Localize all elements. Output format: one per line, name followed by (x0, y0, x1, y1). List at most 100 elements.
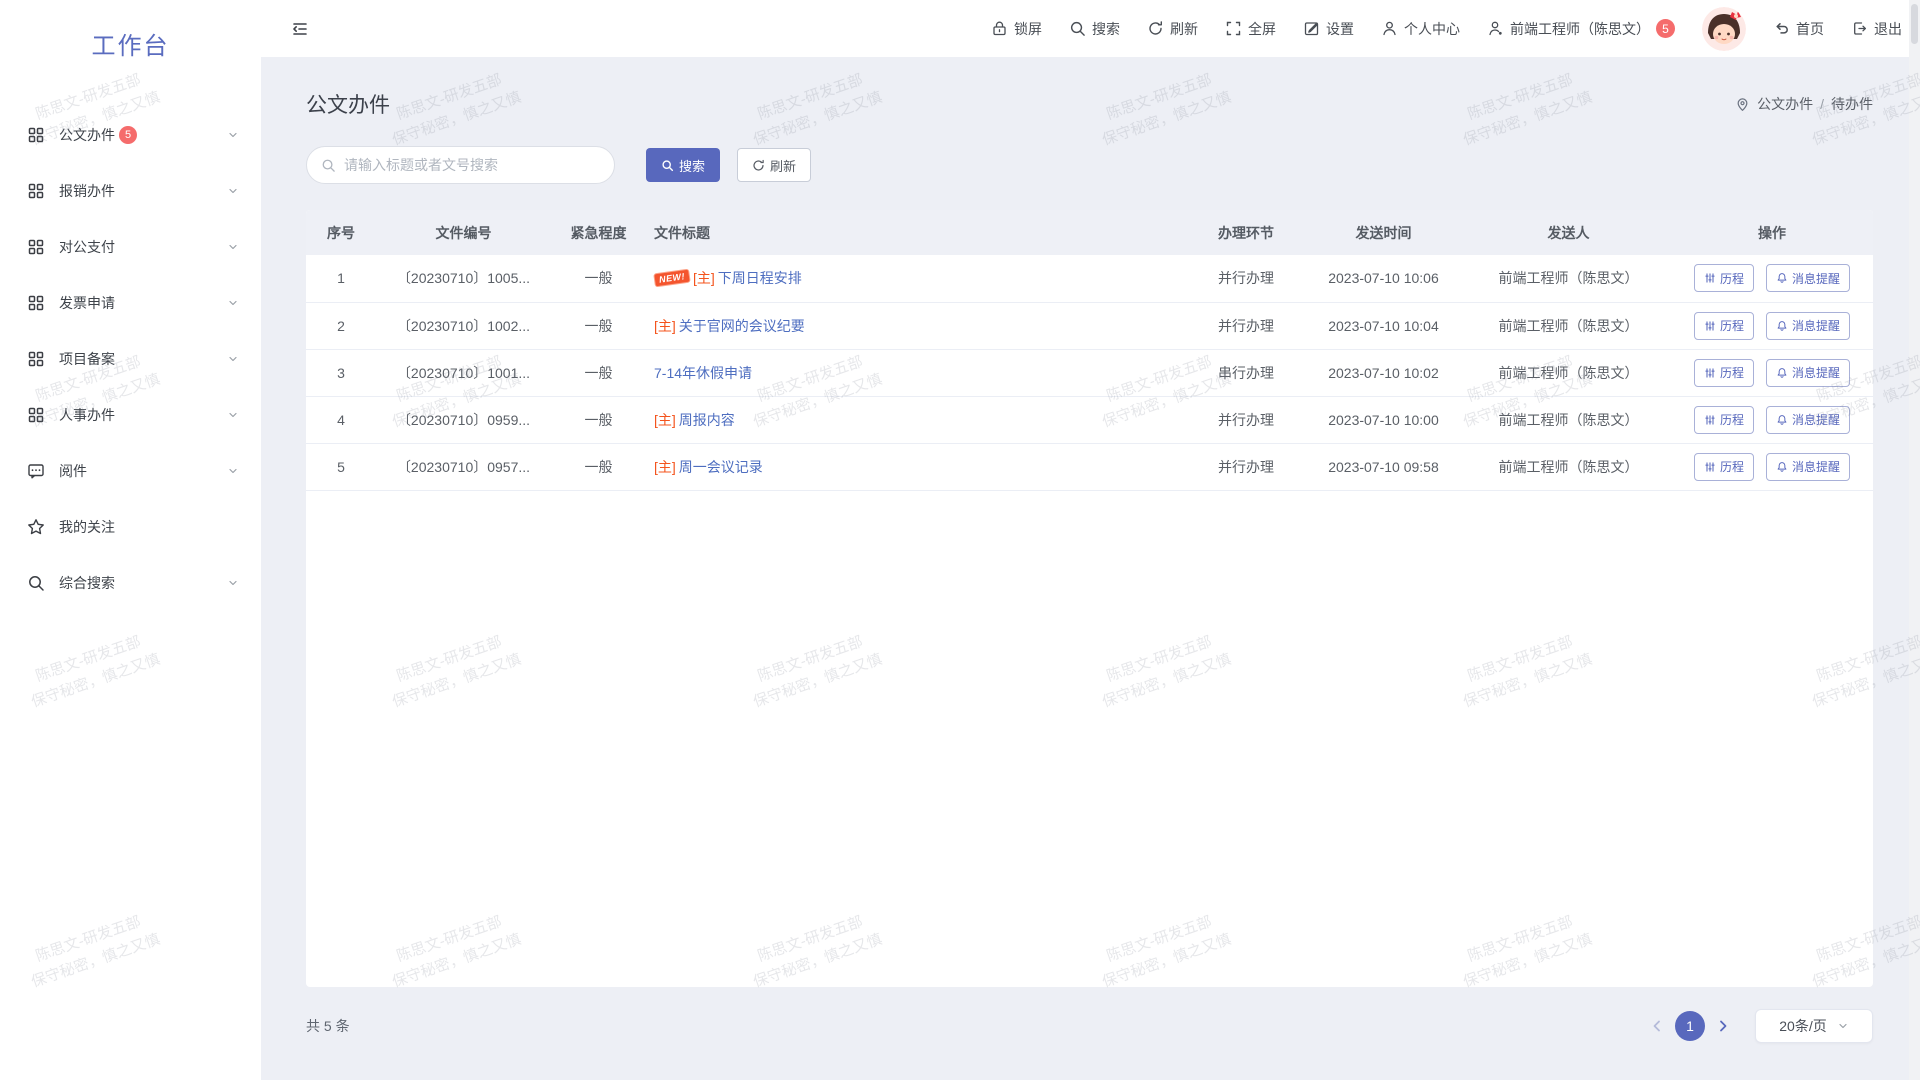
total-count: 共 5 条 (306, 1016, 350, 1036)
avatar[interactable] (1702, 7, 1746, 51)
sliders-icon (1704, 414, 1716, 426)
header-action-button[interactable]: 刷新 (1147, 19, 1198, 39)
table-row: 3 〔20230710〕1001... 一般 7-14年休假申请 串行办理 20… (306, 349, 1873, 396)
comment-icon (27, 462, 45, 480)
breadcrumb: 公文办件 / 待办件 (1735, 94, 1873, 114)
logout-button[interactable]: 退出 (1851, 19, 1902, 39)
sidebar-item[interactable]: 人事办件 (0, 387, 261, 443)
prev-page-icon[interactable] (1649, 1018, 1665, 1034)
sidebar-item-label: 项目备案 (59, 349, 115, 369)
app-logo: 工作台 (0, 26, 261, 61)
header-actions: 锁屏 搜索 刷新 全屏 设置 个人中心 前端工程师（陈思文） 5 (991, 7, 1902, 51)
header-action-button[interactable]: 全屏 (1225, 19, 1276, 39)
message-remind-button[interactable]: 消息提醒 (1766, 264, 1850, 292)
col-step: 办理环节 (1191, 210, 1301, 255)
table-header-row: 序号 文件编号 紧急程度 文件标题 办理环节 发送时间 发送人 操作 (306, 210, 1873, 255)
home-button[interactable]: 首页 (1773, 19, 1824, 39)
document-title-link[interactable]: NEW! [主] 下周日程安排 (654, 268, 802, 288)
grid-icon (27, 294, 45, 312)
page-size-select[interactable]: 20条/页 (1755, 1009, 1873, 1043)
sidebar-item[interactable]: 我的关注 (0, 499, 261, 555)
cell-seq: 5 (306, 443, 376, 490)
user-icon (1381, 20, 1398, 37)
sidebar-item-label: 报销办件 (59, 181, 115, 201)
history-button[interactable]: 历程 (1694, 264, 1754, 292)
history-button[interactable]: 历程 (1694, 312, 1754, 340)
search-icon (27, 574, 45, 592)
header-action-label: 个人中心 (1404, 19, 1460, 39)
scrollbar-thumb[interactable] (1911, 4, 1918, 44)
message-remind-button[interactable]: 消息提醒 (1766, 312, 1850, 340)
bell-icon (1776, 272, 1788, 284)
sidebar-item[interactable]: 阅件 (0, 443, 261, 499)
settings-icon (1303, 20, 1320, 37)
breadcrumb-root[interactable]: 公文办件 (1757, 94, 1813, 114)
document-title-link[interactable]: 7-14年休假申请 (654, 363, 752, 383)
history-button[interactable]: 历程 (1694, 359, 1754, 387)
cell-sender: 前端工程师（陈思文） (1466, 443, 1671, 490)
sidebar-item[interactable]: 综合搜索 (0, 555, 261, 611)
current-page-button[interactable]: 1 (1675, 1011, 1705, 1041)
header-action-label: 刷新 (1170, 19, 1198, 39)
cell-step: 并行办理 (1191, 396, 1301, 443)
menu-fold-icon[interactable] (290, 19, 310, 39)
logout-icon (1851, 20, 1868, 37)
message-remind-button[interactable]: 消息提醒 (1766, 406, 1850, 434)
grid-icon (27, 182, 45, 200)
fullscreen-icon (1225, 20, 1242, 37)
search-icon (1069, 20, 1086, 37)
header-action-button[interactable]: 设置 (1303, 19, 1354, 39)
sidebar-item-label: 人事办件 (59, 405, 115, 425)
cell-urgency: 一般 (551, 396, 646, 443)
sidebar-item[interactable]: 发票申请 (0, 275, 261, 331)
history-button[interactable]: 历程 (1694, 406, 1754, 434)
document-title-link[interactable]: [主] 周报内容 (654, 410, 735, 430)
current-user[interactable]: 前端工程师（陈思文） 5 (1487, 19, 1675, 39)
cell-sender: 前端工程师（陈思文） (1466, 302, 1671, 349)
home-back-icon (1773, 20, 1790, 37)
chevron-down-icon (227, 577, 239, 589)
document-title-link[interactable]: [主] 关于官网的会议纪要 (654, 316, 805, 336)
top-header: 锁屏 搜索 刷新 全屏 设置 个人中心 前端工程师（陈思文） 5 (261, 0, 1920, 57)
cell-step: 并行办理 (1191, 302, 1301, 349)
search-button[interactable]: 搜索 (646, 148, 720, 182)
sidebar-item-label: 我的关注 (59, 517, 115, 537)
main-doc-tag: [主] (693, 268, 715, 288)
sidebar-item[interactable]: 对公支付 (0, 219, 261, 275)
breadcrumb-current: 待办件 (1831, 94, 1873, 114)
header-action-button[interactable]: 个人中心 (1381, 19, 1460, 39)
location-pin-icon (1735, 97, 1750, 112)
lock-icon (991, 20, 1008, 37)
message-remind-button[interactable]: 消息提醒 (1766, 359, 1850, 387)
chevron-down-icon (227, 241, 239, 253)
page-scrollbar[interactable] (1909, 0, 1920, 1080)
header-action-button[interactable]: 锁屏 (991, 19, 1042, 39)
sidebar: 工作台 公文办件 5 报销办件 对公支付 发票申请 项目备案 (0, 0, 261, 1080)
history-button[interactable]: 历程 (1694, 453, 1754, 481)
title-text: 关于官网的会议纪要 (679, 316, 805, 336)
cell-seq: 4 (306, 396, 376, 443)
header-action-button[interactable]: 搜索 (1069, 19, 1120, 39)
sidebar-item[interactable]: 报销办件 (0, 163, 261, 219)
documents-table: 序号 文件编号 紧急程度 文件标题 办理环节 发送时间 发送人 操作 1 〔20… (306, 210, 1873, 491)
grid-icon (27, 406, 45, 424)
sidebar-item[interactable]: 项目备案 (0, 331, 261, 387)
document-title-link[interactable]: [主] 周一会议记录 (654, 457, 763, 477)
main-doc-tag: [主] (654, 457, 676, 477)
cell-urgency: 一般 (551, 255, 646, 302)
header-action-label: 锁屏 (1014, 19, 1042, 39)
user-switch-icon (1487, 20, 1504, 37)
grid-icon (27, 238, 45, 256)
message-remind-button[interactable]: 消息提醒 (1766, 453, 1850, 481)
next-page-icon[interactable] (1715, 1018, 1731, 1034)
refresh-button[interactable]: 刷新 (737, 148, 811, 182)
sidebar-item[interactable]: 公文办件 5 (0, 107, 261, 163)
sliders-icon (1704, 367, 1716, 379)
header-action-label: 搜索 (1092, 19, 1120, 39)
main-doc-tag: [主] (654, 410, 676, 430)
cell-step: 并行办理 (1191, 443, 1301, 490)
table-row: 5 〔20230710〕0957... 一般 [主] 周一会议记录 并行办理 2… (306, 443, 1873, 490)
table-row: 2 〔20230710〕1002... 一般 [主] 关于官网的会议纪要 并行办… (306, 302, 1873, 349)
search-input[interactable] (344, 157, 600, 173)
cell-doc-no: 〔20230710〕0959... (376, 396, 551, 443)
